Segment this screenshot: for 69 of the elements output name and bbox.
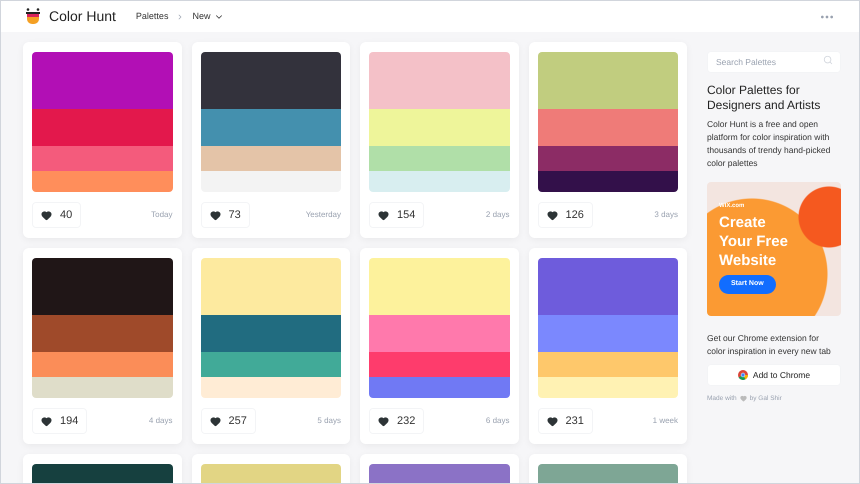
color-swatch[interactable] xyxy=(538,315,678,352)
heart-icon xyxy=(546,416,558,426)
color-swatch[interactable] xyxy=(369,352,510,377)
color-swatch[interactable] xyxy=(369,52,510,109)
color-swatch[interactable] xyxy=(538,52,678,109)
color-swatch[interactable] xyxy=(200,146,341,171)
heart-icon xyxy=(546,210,558,220)
like-button[interactable]: 194 xyxy=(32,408,88,434)
heart-icon xyxy=(210,416,220,426)
color-swatch[interactable] xyxy=(538,352,678,377)
palette-age: Today xyxy=(151,209,172,221)
like-button[interactable]: 257 xyxy=(200,408,256,434)
color-swatch[interactable] xyxy=(32,52,172,109)
color-swatch[interactable] xyxy=(32,146,172,171)
breadcrumb-link[interactable]: Palettes xyxy=(136,10,168,24)
heart-icon xyxy=(378,210,389,220)
palette-age: 1 week xyxy=(652,415,678,427)
heart-icon xyxy=(41,210,52,220)
like-button[interactable]: 232 xyxy=(369,408,424,434)
heart-icon xyxy=(378,416,389,426)
like-button[interactable]: 40 xyxy=(32,202,82,228)
color-swatch[interactable] xyxy=(200,109,341,146)
color-swatch[interactable] xyxy=(369,109,510,146)
heart-icon xyxy=(740,395,747,402)
color-swatch[interactable] xyxy=(538,146,678,171)
palette-age: Yesterday xyxy=(306,209,341,221)
sidebar-heading: Color Palettes for Designers and Artists xyxy=(707,83,822,113)
color-swatch[interactable] xyxy=(538,377,678,398)
heart-icon xyxy=(210,210,220,220)
color-swatch[interactable] xyxy=(538,171,678,192)
color-swatch[interactable] xyxy=(200,171,341,192)
palette-age: 5 days xyxy=(317,415,341,427)
color-swatch[interactable] xyxy=(32,352,172,377)
color-swatch[interactable] xyxy=(369,315,510,352)
palette-age: 6 days xyxy=(486,415,510,427)
sidebar-description: Color Hunt is a free and open platform for color inspiration with thousands of trendy hand-picked color palettes xyxy=(707,118,832,170)
search-field[interactable]: Search Palettes xyxy=(707,51,841,73)
like-button[interactable]: 126 xyxy=(538,202,593,228)
palette-age: 3 days xyxy=(654,209,678,221)
color-swatch[interactable] xyxy=(32,377,172,398)
color-swatch[interactable] xyxy=(200,352,341,377)
color-swatch[interactable] xyxy=(32,109,172,146)
like-button[interactable]: 154 xyxy=(369,202,424,228)
color-swatch[interactable] xyxy=(538,258,678,315)
chrome-icon xyxy=(738,370,748,380)
add-to-chrome-button[interactable]: Add to Chrome xyxy=(707,364,841,386)
color-swatch[interactable] xyxy=(200,315,341,352)
color-swatch[interactable] xyxy=(369,377,510,398)
color-swatch[interactable] xyxy=(32,171,172,192)
color-swatch[interactable] xyxy=(369,258,510,315)
color-swatch[interactable] xyxy=(200,377,341,398)
color-swatch[interactable] xyxy=(369,146,510,171)
brand-name[interactable]: Color Hunt xyxy=(49,6,116,27)
like-button[interactable]: 231 xyxy=(538,408,593,434)
breadcrumb-link[interactable]: New xyxy=(192,10,224,24)
search-icon xyxy=(823,55,833,65)
like-button[interactable]: 73 xyxy=(200,202,250,228)
color-swatch[interactable] xyxy=(200,258,341,315)
color-swatch[interactable] xyxy=(200,52,341,109)
color-swatch[interactable] xyxy=(32,258,172,315)
color-swatch[interactable] xyxy=(32,315,172,352)
logo-icon xyxy=(25,8,41,25)
ad-headline: Create Your Free Website xyxy=(719,213,789,270)
palette-age: 2 days xyxy=(486,209,510,221)
color-swatch[interactable] xyxy=(369,171,510,192)
heart-icon xyxy=(41,416,52,426)
color-swatch[interactable] xyxy=(538,109,678,146)
extension-text: Get our Chrome extension for color inspiration in every new tab xyxy=(707,332,832,358)
palette-age: 4 days xyxy=(148,415,172,427)
